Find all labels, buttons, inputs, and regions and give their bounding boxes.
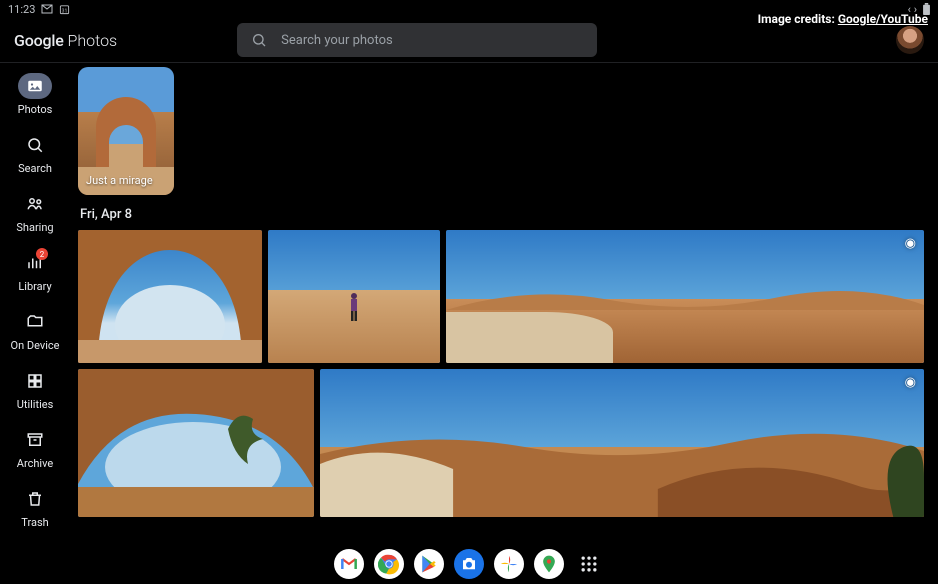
dock-app-chrome[interactable] [374, 549, 404, 579]
sidebar-item-label: Archive [17, 457, 53, 470]
search-icon [26, 136, 44, 154]
photo-thumb[interactable] [78, 369, 314, 517]
sidebar-item-sharing[interactable]: Sharing [16, 191, 53, 234]
panorama-icon: ◉ [905, 375, 916, 390]
sidebar-item-photos[interactable]: Photos [18, 73, 53, 116]
sidebar-item-archive[interactable]: Archive [17, 427, 53, 470]
sidebar-item-label: Sharing [16, 221, 53, 234]
search-input[interactable]: Search your photos [237, 23, 597, 57]
app-logo[interactable]: Google Photos [14, 31, 117, 50]
memories-carousel: Just a mirage [78, 67, 924, 195]
taskbar-dock [0, 544, 938, 584]
ondevice-icon [26, 313, 44, 331]
calendar-status-icon: 31 [59, 4, 70, 15]
sidebar-item-label: Photos [18, 103, 53, 116]
sidebar: Photos Search Sharing 2 Library On Devic… [0, 63, 70, 544]
photo-thumb-panorama[interactable]: ◉ [320, 369, 924, 517]
dock-app-camera[interactable] [454, 549, 484, 579]
panorama-icon: ◉ [905, 236, 916, 251]
dock-app-allapps[interactable] [574, 549, 604, 579]
sidebar-item-label: Trash [21, 516, 48, 529]
sidebar-item-ondevice[interactable]: On Device [11, 309, 60, 352]
search-placeholder: Search your photos [281, 33, 393, 48]
library-badge: 2 [36, 248, 48, 260]
dock-app-maps[interactable] [534, 549, 564, 579]
photo-thumb-panorama[interactable]: ◉ [446, 230, 924, 363]
photo-thumb[interactable] [78, 230, 262, 363]
main-content: Just a mirage Fri, Apr 8 ◉ [70, 63, 938, 544]
photo-row: ◉ [78, 230, 924, 363]
credits-link[interactable]: Google/YouTube [838, 12, 928, 26]
image-credits: Image credits: Google/YouTube [758, 12, 928, 26]
sidebar-item-utilities[interactable]: Utilities [17, 368, 54, 411]
photos-icon [26, 77, 44, 95]
memory-title: Just a mirage [86, 174, 166, 187]
sidebar-item-label: Library [18, 280, 51, 293]
memory-card[interactable]: Just a mirage [78, 67, 174, 195]
sidebar-item-label: On Device [11, 339, 60, 352]
gmail-status-icon [41, 4, 53, 14]
photo-row: ◉ [78, 369, 924, 517]
trash-icon [26, 490, 44, 508]
sidebar-item-search[interactable]: Search [18, 132, 52, 175]
account-avatar[interactable] [896, 26, 924, 54]
sidebar-item-library[interactable]: 2 Library [18, 250, 52, 293]
photo-thumb[interactable] [268, 230, 440, 363]
search-icon [251, 32, 267, 48]
svg-text:31: 31 [62, 8, 68, 14]
archive-icon [26, 431, 44, 449]
date-header: Fri, Apr 8 [80, 207, 924, 222]
dock-app-gmail[interactable] [334, 549, 364, 579]
sidebar-item-trash[interactable]: Trash [18, 486, 52, 529]
sidebar-item-label: Utilities [17, 398, 54, 411]
dock-app-photos[interactable] [494, 549, 524, 579]
status-time: 11:23 [8, 3, 35, 16]
sharing-icon [25, 195, 45, 213]
dock-app-play[interactable] [414, 549, 444, 579]
sidebar-item-label: Search [18, 162, 52, 175]
utilities-icon [26, 372, 44, 390]
